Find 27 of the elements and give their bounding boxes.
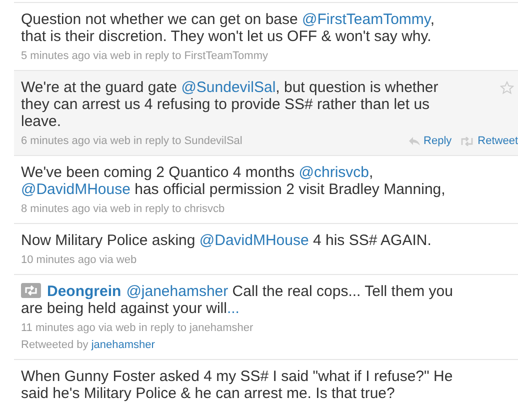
- tweet-text: We're at the guard gate @SundevilSal, but question is whether they can arrest us 4 refusing to provide SS# rather than let us leave.: [21, 79, 440, 130]
- tweet-meta: 5 minutes ago via web in reply to FirstTeamTommy: [21, 49, 268, 63]
- mention-link[interactable]: @chrisvcb: [298, 164, 369, 181]
- retweet-icon: [21, 283, 41, 298]
- mention-link[interactable]: @FirstTeamTommy: [302, 11, 430, 28]
- user-link[interactable]: janehamsher: [91, 339, 155, 351]
- mention-link[interactable]: @SundevilSal: [181, 79, 276, 96]
- tweet-meta: 6 minutes ago via web in reply to SundevilSal: [21, 134, 242, 148]
- star-icon[interactable]: [500, 81, 514, 95]
- tweet-text: When Gunny Foster asked 4 my SS# I said "what if I refuse?" He said he's Military Police & he can arrest me. Is that true?: [21, 368, 454, 402]
- tweet-meta: 8 minutes ago via web in reply to chrisvcb: [21, 202, 225, 216]
- tweet-text: Deongrein @janehamsher Call the real cops... Tell them you are being held against your will...: [21, 283, 454, 317]
- mention-link[interactable]: ...: [226, 300, 240, 317]
- mention-link[interactable]: @DavidMHouse: [21, 181, 130, 198]
- tweet-text: We've been coming 2 Quantico 4 months @chrisvcb, @DavidMHouse has official permission 2 visit Bradley Manning,: [21, 164, 446, 198]
- tweet-text: Question not whether we can get on base @FirstTeamTommy, that is their discretion. They won't let us OFF & won't say why.: [21, 11, 436, 45]
- retweet-icon: [460, 136, 474, 146]
- mention-link[interactable]: @janehamsher: [126, 283, 228, 300]
- retweeted-by: Retweeted by janehamsher: [21, 338, 156, 352]
- tweet-meta: 11 minutes ago via web in reply to janehamsher: [21, 321, 254, 335]
- reply-link[interactable]: Reply: [408, 134, 452, 148]
- author-link[interactable]: Deongrein: [47, 283, 122, 300]
- reply-icon: [408, 136, 420, 146]
- retweet-link[interactable]: Retweet: [460, 134, 518, 148]
- mention-link[interactable]: @DavidMHouse: [199, 232, 309, 249]
- tweet-text: Now Military Police asking @DavidMHouse 4 his SS# AGAIN.: [21, 232, 432, 249]
- tweet-meta: 10 minutes ago via web: [21, 253, 137, 267]
